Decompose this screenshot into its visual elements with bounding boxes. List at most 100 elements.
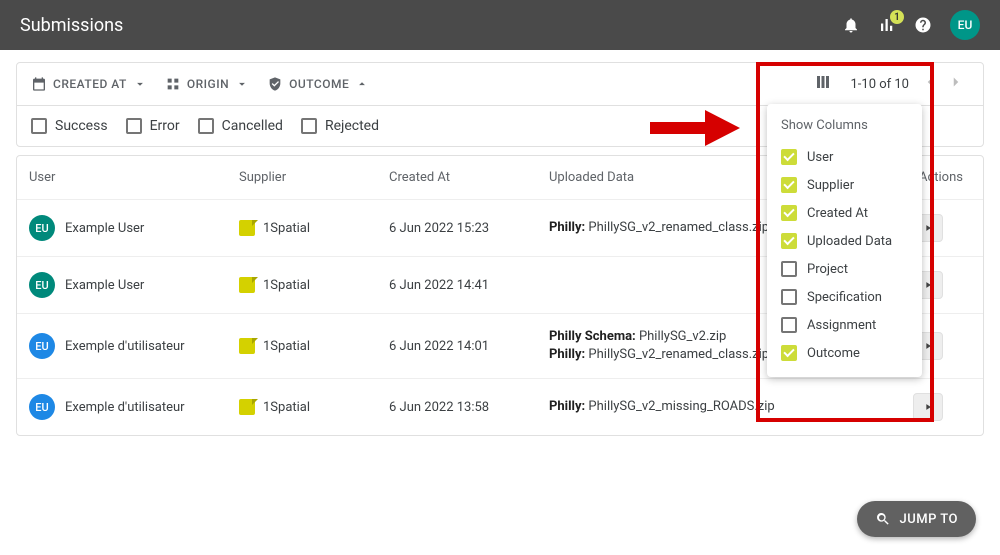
popover-title: Show Columns [781, 118, 908, 133]
bell-icon[interactable] [842, 16, 860, 34]
column-option-label: Specification [807, 290, 882, 305]
next-page[interactable] [943, 73, 969, 95]
search-icon [875, 511, 891, 527]
user-cell: EU Example User [29, 272, 239, 298]
checkbox-icon [781, 289, 797, 305]
col-supplier[interactable]: Supplier [239, 170, 389, 185]
status-error[interactable]: Error [126, 118, 180, 134]
supplier-cell: 1Spatial [239, 399, 389, 415]
checkbox-icon [301, 118, 317, 134]
col-user[interactable]: User [29, 170, 239, 185]
pagination-range: 1-10 of 10 [850, 77, 909, 92]
filter-outcome-label: OUTCOME [289, 77, 349, 91]
created-cell: 6 Jun 2022 14:01 [389, 339, 549, 354]
supplier-icon [239, 220, 255, 236]
help-icon[interactable] [914, 16, 932, 34]
supplier-cell: 1Spatial [239, 338, 389, 354]
supplier-icon [239, 399, 255, 415]
play-icon [923, 280, 933, 290]
user-name: Exemple d'utilisateur [65, 400, 185, 415]
filter-created-at[interactable]: CREATED AT [31, 76, 147, 92]
prev-page[interactable] [917, 73, 943, 95]
network-icon [165, 76, 181, 92]
shield-check-icon [267, 76, 283, 92]
chevron-down-icon [235, 77, 249, 91]
supplier-name: 1Spatial [263, 400, 310, 415]
columns-icon [814, 73, 832, 91]
jump-to-button[interactable]: JUMP TO [857, 501, 976, 537]
row-avatar: EU [29, 394, 55, 420]
supplier-cell: 1Spatial [239, 277, 389, 293]
checkbox-icon [781, 149, 797, 165]
column-option[interactable]: Specification [781, 283, 908, 311]
column-option-label: User [807, 150, 833, 165]
user-cell: EUExample User [29, 215, 239, 241]
column-option[interactable]: Supplier [781, 171, 908, 199]
row-avatar: EU [29, 333, 55, 359]
filter-origin[interactable]: ORIGIN [165, 76, 249, 92]
table-row[interactable]: EU Exemple d'utilisateur 1Spatial 6 Jun 202… [17, 378, 983, 435]
column-option[interactable]: Uploaded Data [781, 227, 908, 255]
checkbox-icon [781, 205, 797, 221]
checkbox-icon [126, 118, 142, 134]
play-icon [923, 402, 933, 412]
play-icon [923, 223, 933, 233]
row-avatar: EU [29, 272, 55, 298]
checkbox-icon [781, 233, 797, 249]
checkbox-icon [781, 261, 797, 277]
column-option-label: Outcome [807, 346, 860, 361]
stats-badge: 1 [890, 10, 904, 24]
column-option[interactable]: Assignment [781, 311, 908, 339]
checkbox-icon [781, 177, 797, 193]
calendar-icon [31, 76, 47, 92]
column-option[interactable]: Outcome [781, 339, 908, 367]
status-rejected[interactable]: Rejected [301, 118, 379, 134]
column-option-label: Supplier [807, 178, 854, 193]
filter-row: CREATED AT ORIGIN OUTCOME 1-10 of 10 [17, 63, 983, 106]
supplier-icon [239, 277, 255, 293]
row-action-button[interactable] [913, 393, 943, 421]
column-option-label: Uploaded Data [807, 234, 892, 249]
show-columns-popover: Show Columns User Supplier Created At Uploa… [767, 104, 922, 377]
checkbox-icon [781, 345, 797, 361]
upload-entry: Philly: PhillySG_v2_missing_ROADS.zip [549, 398, 913, 416]
stats-icon[interactable]: 1 [878, 16, 896, 34]
user-name: Example User [65, 221, 144, 236]
created-cell: 6 Jun 2022 14:41 [389, 278, 549, 293]
column-option[interactable]: Project [781, 255, 908, 283]
supplier-name: 1Spatial [263, 221, 310, 236]
filter-origin-label: ORIGIN [187, 77, 229, 91]
column-option-label: Created At [807, 206, 868, 221]
supplier-name: 1Spatial [263, 339, 310, 354]
column-option[interactable]: User [781, 143, 908, 171]
page-title: Submissions [20, 15, 842, 36]
supplier-cell: 1Spatial [239, 220, 389, 236]
annotation-arrow [650, 110, 740, 146]
column-option-label: Project [807, 262, 848, 277]
user-cell: EU Exemple d'utilisateur [29, 394, 239, 420]
supplier-icon [239, 338, 255, 354]
jump-to-label: JUMP TO [899, 512, 958, 527]
user-name: Exemple d'utilisateur [65, 339, 185, 354]
user-name: Example User [65, 278, 144, 293]
column-option[interactable]: Created At [781, 199, 908, 227]
play-icon [923, 341, 933, 351]
columns-button[interactable] [814, 73, 832, 95]
user-cell: EU Exemple d'utilisateur [29, 333, 239, 359]
appbar: Submissions 1 EU [0, 0, 1000, 50]
checkbox-icon [198, 118, 214, 134]
chevron-up-icon [355, 77, 369, 91]
column-option-label: Assignment [807, 318, 876, 333]
created-cell: 6 Jun 2022 15:23 [389, 221, 549, 236]
status-cancelled[interactable]: Cancelled [198, 118, 283, 134]
user-avatar[interactable]: EU [950, 10, 980, 40]
checkbox-icon [31, 118, 47, 134]
created-cell: 6 Jun 2022 13:58 [389, 400, 549, 415]
filter-created-at-label: CREATED AT [53, 77, 127, 91]
col-created[interactable]: Created At [389, 170, 549, 185]
chevron-left-icon [921, 73, 939, 91]
status-success[interactable]: Success [31, 118, 108, 134]
filter-outcome[interactable]: OUTCOME [267, 76, 369, 92]
checkbox-icon [781, 317, 797, 333]
upload-cell: Philly: PhillySG_v2_missing_ROADS.zip [549, 398, 913, 416]
